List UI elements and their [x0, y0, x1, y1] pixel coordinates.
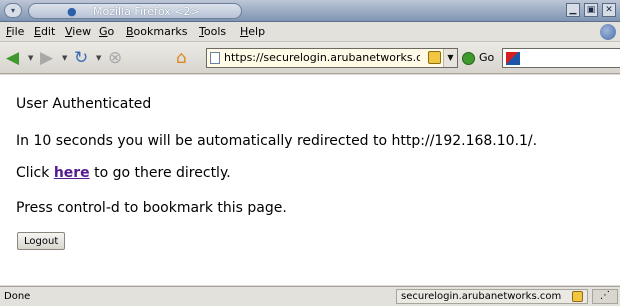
menu-file[interactable]: File	[6, 25, 24, 38]
menu-bar: File Edit View Go Bookmarks Tools Help	[0, 22, 620, 42]
page-icon	[210, 52, 220, 64]
navigation-toolbar: ◀ ▼ ▶ ▼ ↻ ▼ ⊗ ⌂ https://securelogin.arub…	[0, 42, 620, 74]
stop-icon: ⊗	[108, 48, 123, 68]
back-dropdown-icon[interactable]: ▼	[28, 54, 33, 62]
status-lock-icon[interactable]	[572, 291, 583, 302]
throbber-icon	[600, 24, 616, 40]
menu-edit[interactable]: Edit	[34, 25, 55, 38]
menu-help[interactable]: Help	[240, 25, 265, 38]
status-host-panel: securelogin.arubanetworks.com	[396, 289, 588, 304]
minimize-button[interactable]: ▁	[566, 3, 580, 17]
search-input[interactable]	[502, 48, 620, 68]
click-here-line: Click here to go there directly.	[16, 165, 231, 181]
go-button[interactable]: Go	[479, 51, 494, 64]
page-content: User Authenticated In 10 seconds you wil…	[0, 75, 620, 285]
status-bar: Done securelogin.arubanetworks.com ⋰	[0, 286, 620, 306]
click-prefix: Click	[16, 165, 54, 181]
window-menu-icon[interactable]: ▾	[4, 3, 22, 18]
reload-dropdown-icon[interactable]: ▼	[96, 54, 101, 62]
url-input[interactable]: https://securelogin.arubanetworks.com	[224, 51, 420, 64]
go-icon[interactable]	[462, 52, 475, 65]
window-title: Mozilla Firefox <2>	[93, 5, 200, 18]
auth-heading: User Authenticated	[16, 96, 152, 112]
window-title-pill: ● Mozilla Firefox <2>	[28, 3, 242, 19]
firefox-icon: ●	[67, 5, 77, 18]
address-bar[interactable]: https://securelogin.arubanetworks.com ▼	[206, 48, 458, 68]
menu-tools[interactable]: Tools	[199, 25, 226, 38]
menu-view[interactable]: View	[65, 25, 91, 38]
reload-icon[interactable]: ↻	[74, 47, 88, 69]
redirect-message: In 10 seconds you will be automatically …	[16, 133, 538, 149]
logout-button[interactable]: Logout	[17, 232, 66, 250]
status-text: Done	[4, 291, 31, 302]
title-bar: ▾ ● Mozilla Firefox <2> ▁ ▣ ✕	[0, 0, 620, 22]
home-icon[interactable]: ⌂	[176, 47, 187, 69]
close-button[interactable]: ✕	[602, 3, 616, 17]
bookmark-hint: Press control-d to bookmark this page.	[16, 200, 287, 216]
back-arrow-icon[interactable]: ◀	[6, 47, 19, 69]
menu-go[interactable]: Go	[99, 25, 114, 38]
maximize-button[interactable]: ▣	[584, 3, 598, 17]
forward-dropdown-icon: ▼	[62, 54, 68, 62]
click-suffix: to go there directly.	[89, 165, 231, 181]
search-engine-icon[interactable]	[506, 52, 520, 65]
url-history-dropdown-icon[interactable]: ▼	[443, 49, 457, 67]
forward-arrow-icon: ▶	[40, 48, 54, 68]
resize-grip-icon[interactable]: ⋰	[592, 289, 618, 304]
here-link[interactable]: here	[54, 165, 90, 181]
menu-bookmarks[interactable]: Bookmarks	[126, 25, 187, 38]
status-host: securelogin.arubanetworks.com	[401, 291, 562, 302]
lock-icon[interactable]	[428, 51, 441, 64]
